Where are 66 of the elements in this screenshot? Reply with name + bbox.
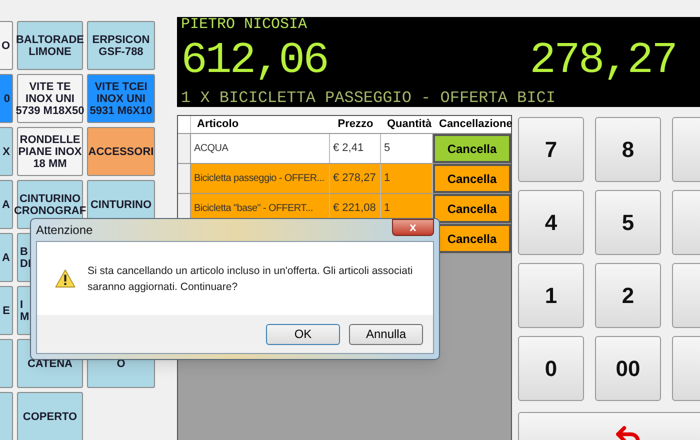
tile-label: 0 [4,92,10,104]
tile-label: A [2,252,10,264]
last-item: 1 X BICICLETTA PASSEGGIO - OFFERTA BICI [181,89,556,107]
tile-label: GSF-788 [98,46,144,58]
dialog-button[interactable]: OK [266,324,340,344]
column-header: Prezzo [336,117,374,132]
product-tile[interactable]: VITE TCEI INOX UNI 5931 M6X10 [87,74,155,123]
delete-button[interactable]: Cancella [433,194,511,223]
product-tile[interactable]: O [0,21,13,70]
column-header: Articolo [196,117,240,132]
tile-label: I [20,298,24,310]
keypad-key[interactable]: 0 [518,336,584,401]
product-tile[interactable]: ACCESSORI [87,127,155,176]
table-row[interactable]: ACQUA € 2,41 5 Cancella [178,134,511,164]
tile-label: VITE TCEI [94,80,148,92]
dialog-message: Si sta cancellando un articolo incluso in un'offerta. Gli articoli associati saranno aggiornati. Continuare? [88,264,414,294]
tile-label: PIANE INOX [18,146,82,158]
tile-label: X [2,146,10,158]
tile-label: CINTURINO [90,198,152,210]
table-cell: € 2,41 [330,134,381,163]
table-cell: € 278,27 [330,164,381,193]
tile-label: 18 MM [33,158,67,170]
tile-label: RONDELLE [20,134,80,146]
total-amount: 612,06 [181,37,328,85]
tile-label: INOX UNI [26,92,74,104]
product-tile[interactable]: A [0,180,13,229]
product-tile[interactable]: BALTORADE LIMONE [17,21,83,70]
keypad-key[interactable]: 2 [595,263,661,328]
last-price: 278,27 [530,37,676,85]
product-tile[interactable]: X [0,127,13,176]
tile-label: ERPSICON [92,34,150,46]
tile-label: E [2,304,10,316]
keypad-key[interactable]: 00 [595,336,661,401]
tile-label: B [20,246,28,258]
keypad-key[interactable]: 7 [518,117,584,182]
keypad-key[interactable]: 5 [595,190,661,255]
table-cell: ACQUA [191,134,330,163]
keypad-key[interactable]: 1 [518,263,584,328]
product-tile[interactable]: VITE TE INOX UNI 5739 M18X50 [17,74,83,123]
tile-label: ACCESSORI [88,146,154,158]
product-tile[interactable]: 0 [0,74,13,123]
tile-label: 5931 M6X10 [90,104,152,116]
keypad-key[interactable]: 4 [518,190,584,255]
delete-button[interactable]: Cancella [433,164,511,193]
dialog-button[interactable]: Annulla [349,324,423,344]
tile-label: INOX UNI [96,92,146,104]
product-tile[interactable]: ERPSICON GSF-788 [87,21,155,70]
customer-name: PIETRO NICOSIA [181,17,308,33]
tile-label: O [1,40,10,52]
tile-label: 5739 M18X50 [16,104,84,116]
tile-label: A [2,198,10,210]
table-cell: Bicicletta passeggio - OFFER... [191,164,330,193]
tile-label: LIMONE [28,46,72,58]
delete-button[interactable]: Cancella [433,134,511,163]
tile-label: COPERTO [22,410,78,422]
product-tile[interactable]: E [0,286,13,335]
product-tile[interactable]: RONDELLE PIANE INOX 18 MM [17,127,83,176]
table-row[interactable]: Bicicletta passeggio - OFFER... € 278,27 1 Cancella [178,164,511,194]
tile-label: BALTORADE [16,34,84,46]
product-tile[interactable]: COPERTO [17,392,83,440]
tile-label: VITE TE [29,80,71,92]
keypad-key[interactable]: 8 [595,117,661,182]
tile-label: CINTURINO [19,192,81,204]
tile-label: M [20,310,30,322]
product-tile[interactable]: A [0,233,13,282]
column-header: Quantità [386,117,433,132]
